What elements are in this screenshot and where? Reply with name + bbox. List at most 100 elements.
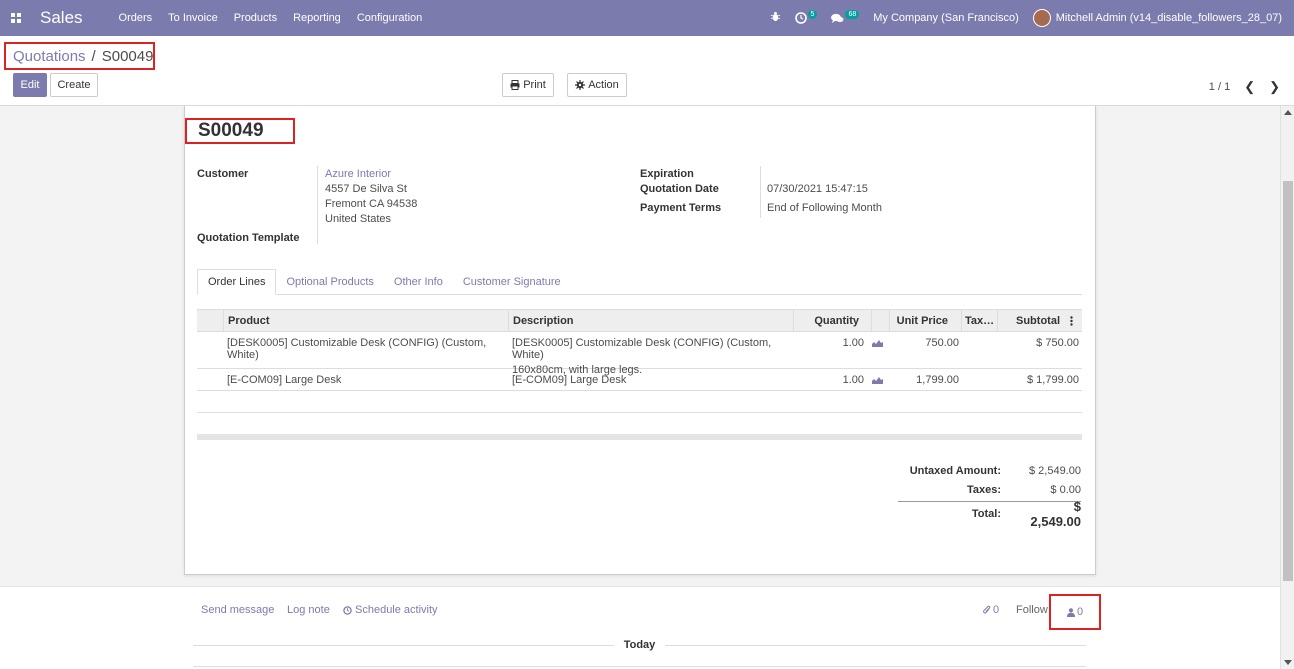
tab-other-info[interactable]: Other Info bbox=[384, 269, 453, 295]
app-name[interactable]: Sales bbox=[40, 8, 83, 28]
clock-icon bbox=[794, 12, 807, 24]
edit-button[interactable]: Edit bbox=[13, 73, 47, 97]
optional-columns-icon[interactable] bbox=[1070, 310, 1080, 331]
payment-terms-label: Payment Terms bbox=[640, 202, 722, 214]
row-description-line1: [DESK0005] Customizable Desk (CONFIG) (C… bbox=[512, 337, 772, 361]
log-note-button[interactable]: Log note bbox=[287, 604, 330, 616]
breadcrumb-current: S00049 bbox=[101, 47, 154, 65]
tab-optional-products[interactable]: Optional Products bbox=[276, 269, 383, 295]
pager-value[interactable]: 1 / 1 bbox=[1209, 81, 1230, 93]
pager-previous-icon[interactable]: ❮ bbox=[1244, 79, 1255, 95]
tab-customer-signature[interactable]: Customer Signature bbox=[453, 269, 571, 295]
pager-next-icon[interactable]: ❯ bbox=[1269, 79, 1280, 95]
menu-configuration[interactable]: Configuration bbox=[357, 12, 422, 24]
forecast-chart-icon[interactable] bbox=[872, 332, 888, 368]
divider bbox=[760, 166, 761, 218]
attachments-count: 0 bbox=[993, 604, 1000, 616]
header-product[interactable]: Product bbox=[223, 310, 508, 331]
activity-badge: 5 bbox=[807, 9, 818, 19]
action-button[interactable]: Action bbox=[567, 73, 627, 97]
page-scrollbar[interactable] bbox=[1280, 106, 1294, 669]
user-menu[interactable]: Mitchell Admin (v14_disable_followers_28… bbox=[1032, 9, 1282, 27]
row-subtotal: $ 750.00 bbox=[1036, 337, 1079, 349]
menu-products[interactable]: Products bbox=[234, 12, 277, 24]
user-icon bbox=[1066, 607, 1075, 617]
tab-order-lines[interactable]: Order Lines bbox=[197, 269, 277, 295]
activity-menu[interactable]: 5 bbox=[794, 9, 818, 24]
action-label: Action bbox=[588, 79, 619, 91]
payment-terms-value: End of Following Month bbox=[767, 202, 882, 214]
total-label: Total: bbox=[971, 507, 1001, 520]
avatar bbox=[1032, 9, 1051, 27]
company-switcher[interactable]: My Company (San Francisco) bbox=[873, 12, 1019, 24]
order-name: S00049 bbox=[185, 118, 295, 144]
top-navbar: Sales Orders To Invoice Products Reporti… bbox=[0, 0, 1294, 36]
today-label: Today bbox=[623, 639, 656, 651]
schedule-activity-label: Schedule activity bbox=[355, 604, 438, 616]
forecast-chart-icon[interactable] bbox=[872, 369, 888, 390]
divider bbox=[317, 166, 318, 244]
quotation-template-label: Quotation Template bbox=[197, 232, 300, 244]
row-product: [E-COM09] Large Desk bbox=[227, 374, 342, 386]
row-description: [DESK0005] Customizable Desk (CONFIG) (C… bbox=[512, 332, 797, 376]
table-header: Product Description Quantity Unit Price … bbox=[197, 309, 1082, 332]
pager: 1 / 1 ❮ ❯ bbox=[1209, 79, 1280, 95]
breadcrumb: Quotations / S00049 bbox=[4, 42, 155, 70]
taxes-label: Taxes: bbox=[966, 483, 1001, 496]
handle-column bbox=[197, 310, 223, 331]
clock-icon bbox=[343, 605, 352, 615]
bug-icon[interactable] bbox=[770, 11, 781, 25]
header-description[interactable]: Description bbox=[508, 310, 793, 331]
user-name: Mitchell Admin (v14_disable_followers_28… bbox=[1055, 12, 1282, 24]
table-row[interactable]: [DESK0005] Customizable Desk (CONFIG) (C… bbox=[197, 332, 1082, 376]
row-unit-price: 750.00 bbox=[925, 337, 959, 349]
gear-icon bbox=[575, 80, 586, 90]
breadcrumb-quotations[interactable]: Quotations bbox=[13, 48, 86, 65]
comments-icon bbox=[831, 13, 844, 23]
apps-menu-icon[interactable] bbox=[2, 0, 30, 36]
header-taxes[interactable]: Tax… bbox=[961, 310, 997, 331]
form-sheet: S00049 Customer Azure Interior 4557 De S… bbox=[184, 106, 1096, 575]
header-quantity[interactable]: Quantity bbox=[793, 310, 871, 331]
print-label: Print bbox=[523, 79, 546, 91]
messaging-menu[interactable]: 68 bbox=[831, 9, 860, 24]
print-icon bbox=[510, 80, 520, 90]
customer-address-country: United States bbox=[325, 213, 392, 225]
customer-label: Customer bbox=[197, 168, 249, 180]
form-view: S00049 Customer Azure Interior 4557 De S… bbox=[0, 106, 1280, 586]
send-message-button[interactable]: Send message bbox=[201, 604, 274, 616]
paperclip-icon bbox=[983, 605, 991, 614]
schedule-activity-button[interactable]: Schedule activity bbox=[343, 604, 438, 616]
create-button[interactable]: Create bbox=[50, 73, 98, 97]
customer-address-street: 4557 De Silva St bbox=[325, 183, 407, 195]
menu-to-invoice[interactable]: To Invoice bbox=[168, 12, 218, 24]
customer-address-city: Fremont CA 94538 bbox=[325, 198, 418, 210]
scroll-up-icon[interactable] bbox=[1284, 110, 1292, 115]
scroll-down-icon[interactable] bbox=[1284, 660, 1292, 665]
empty-row bbox=[197, 391, 1082, 413]
menu-reporting[interactable]: Reporting bbox=[293, 12, 341, 24]
scrollbar-thumb[interactable] bbox=[1283, 181, 1293, 581]
taxes-value: $ 0.00 bbox=[1050, 483, 1081, 496]
print-button[interactable]: Print bbox=[502, 73, 554, 97]
header-unit-price[interactable]: Unit Price bbox=[889, 310, 961, 331]
customer-link[interactable]: Azure Interior bbox=[325, 168, 391, 180]
attachments-button[interactable]: 0 bbox=[983, 604, 999, 616]
followers-button[interactable]: 0 bbox=[1049, 594, 1101, 630]
menu-orders[interactable]: Orders bbox=[119, 12, 153, 24]
control-panel: Quotations / S00049 Edit Create Print Ac… bbox=[0, 36, 1294, 106]
row-unit-price: 1,799.00 bbox=[916, 374, 959, 386]
row-quantity: 1.00 bbox=[842, 337, 864, 349]
message-badge: 68 bbox=[845, 9, 860, 19]
expiration-label: Expiration bbox=[640, 168, 694, 180]
quotation-date-label: Quotation Date bbox=[640, 183, 719, 195]
notebook-tabs: Order Lines Optional Products Other Info… bbox=[197, 269, 1082, 295]
table-row[interactable]: [E-COM09] Large Desk [E-COM09] Large Des… bbox=[197, 369, 1082, 391]
table-footer bbox=[197, 434, 1082, 440]
divider bbox=[193, 666, 1086, 667]
untaxed-label: Untaxed Amount: bbox=[909, 464, 1001, 477]
total-value: $ 2,549.00 bbox=[1030, 498, 1081, 529]
quotation-date-value: 07/30/2021 15:47:15 bbox=[767, 183, 868, 195]
today-separator: Today bbox=[193, 639, 1087, 651]
follow-button[interactable]: Follow bbox=[1016, 604, 1048, 616]
